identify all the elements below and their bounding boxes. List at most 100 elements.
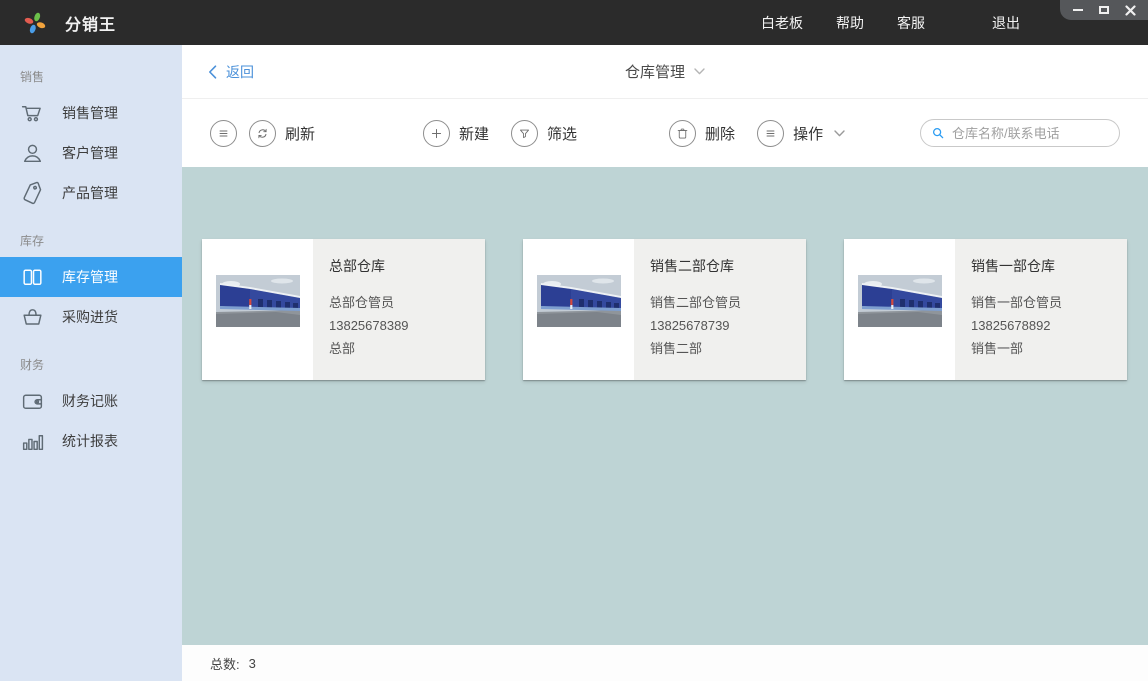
window-controls (1060, 0, 1148, 20)
new-button[interactable]: 新建 (423, 120, 489, 147)
sidebar-item-reports[interactable]: 统计报表 (0, 421, 182, 461)
sidebar-section-inventory: 库存 (0, 231, 182, 251)
sidebar-section-sales: 销售 (0, 67, 182, 87)
sidebar-item-sales-management[interactable]: 销售管理 (0, 93, 182, 133)
warehouse-department: 销售一部 (971, 337, 1119, 360)
sidebar: 销售 销售管理 客户管理 产品管理 (0, 45, 182, 681)
warehouse-phone: 13825678389 (329, 314, 477, 337)
sidebar-item-label: 采购进货 (62, 307, 118, 327)
open-book-icon (20, 265, 45, 290)
user-icon (20, 141, 45, 166)
sidebar-item-purchasing[interactable]: 采购进货 (0, 297, 182, 337)
refresh-label: 刷新 (285, 123, 315, 144)
plus-icon (429, 126, 444, 141)
warehouse-manager: 销售二部仓管员 (650, 291, 798, 314)
warehouse-card[interactable]: 总部仓库 总部仓管员 13825678389 总部 (202, 239, 485, 380)
toolbar: 刷新 新建 筛选 (182, 99, 1148, 167)
new-label: 新建 (459, 123, 489, 144)
sidebar-item-label: 库存管理 (62, 267, 118, 287)
filter-button[interactable]: 筛选 (511, 120, 577, 147)
back-button[interactable]: 返回 (208, 62, 254, 82)
warehouse-card-grid: 总部仓库 总部仓管员 13825678389 总部 (182, 167, 1148, 645)
delete-circle (669, 120, 696, 147)
chevron-left-icon (208, 65, 217, 79)
warehouse-phone: 13825678739 (650, 314, 798, 337)
refresh-circle (249, 120, 276, 147)
chevron-down-icon (694, 68, 705, 75)
funnel-icon (517, 126, 532, 141)
topbar: 分销王 白老板 帮助 客服 退出 (0, 0, 1148, 45)
warehouse-name: 销售一部仓库 (971, 256, 1119, 276)
sidebar-item-customer-management[interactable]: 客户管理 (0, 133, 182, 173)
warehouse-building-image (537, 275, 621, 327)
warehouse-building-image (216, 275, 300, 327)
main-area: 返回 仓库管理 (182, 45, 1148, 681)
close-button[interactable] (1117, 1, 1143, 19)
new-circle (423, 120, 450, 147)
sidebar-item-label: 销售管理 (62, 103, 118, 123)
actions-dropdown-button[interactable]: 操作 (757, 120, 845, 147)
warehouse-info: 总部仓库 总部仓管员 13825678389 总部 (313, 239, 485, 380)
minimize-button[interactable] (1065, 1, 1091, 19)
warehouse-building-image (858, 275, 942, 327)
topnav: 白老板 帮助 客服 退出 (761, 0, 1020, 45)
app-title: 分销王 (65, 11, 116, 35)
maximize-icon (1099, 6, 1109, 14)
sidebar-item-label: 统计报表 (62, 431, 118, 451)
page-title: 仓库管理 (625, 61, 685, 82)
topnav-logout[interactable]: 退出 (992, 13, 1020, 33)
topnav-support[interactable]: 客服 (897, 13, 925, 33)
bar-chart-icon (20, 429, 45, 454)
total-label: 总数: (210, 654, 240, 673)
page-header: 返回 仓库管理 (182, 45, 1148, 99)
warehouse-photo (844, 239, 955, 380)
basket-icon (20, 305, 45, 330)
warehouse-manager: 销售一部仓管员 (971, 291, 1119, 314)
warehouse-photo (523, 239, 634, 380)
sidebar-item-label: 产品管理 (62, 183, 118, 203)
filter-label: 筛选 (547, 123, 577, 144)
delete-button[interactable]: 删除 (669, 120, 735, 147)
warehouse-name: 总部仓库 (329, 256, 477, 276)
search-icon (931, 126, 945, 140)
warehouse-phone: 13825678892 (971, 314, 1119, 337)
close-icon (1125, 5, 1136, 16)
delete-label: 删除 (705, 123, 735, 144)
warehouse-info: 销售一部仓库 销售一部仓管员 13825678892 销售一部 (955, 239, 1127, 380)
warehouse-card[interactable]: 销售一部仓库 销售一部仓管员 13825678892 销售一部 (844, 239, 1127, 380)
sidebar-item-bookkeeping[interactable]: 财务记账 (0, 381, 182, 421)
sidebar-section-finance: 财务 (0, 355, 182, 375)
search-box (920, 119, 1120, 147)
maximize-button[interactable] (1091, 1, 1117, 19)
cart-icon (20, 101, 45, 126)
warehouse-card[interactable]: 销售二部仓库 销售二部仓管员 13825678739 销售二部 (523, 239, 806, 380)
warehouse-name: 销售二部仓库 (650, 256, 798, 276)
list-menu-button[interactable] (210, 120, 237, 147)
status-bar: 总数: 3 (182, 645, 1148, 681)
filter-circle (511, 120, 538, 147)
refresh-button[interactable]: 刷新 (249, 120, 315, 147)
page-title-dropdown[interactable]: 仓库管理 (625, 61, 705, 82)
trash-icon (675, 126, 690, 141)
actions-label: 操作 (793, 123, 823, 144)
minimize-icon (1073, 9, 1083, 11)
total-value: 3 (249, 656, 256, 671)
warehouse-department: 总部 (329, 337, 477, 360)
back-label: 返回 (226, 62, 254, 82)
warehouse-department: 销售二部 (650, 337, 798, 360)
warehouse-manager: 总部仓管员 (329, 291, 477, 314)
hamburger-icon (216, 126, 231, 141)
topnav-user[interactable]: 白老板 (761, 13, 803, 33)
hamburger-icon (763, 126, 778, 141)
sidebar-item-inventory-management[interactable]: 库存管理 (0, 257, 182, 297)
sidebar-item-label: 财务记账 (62, 391, 118, 411)
actions-circle (757, 120, 784, 147)
search-input[interactable] (952, 126, 1109, 141)
sidebar-item-label: 客户管理 (62, 143, 118, 163)
topnav-help[interactable]: 帮助 (836, 13, 864, 33)
chevron-down-icon (834, 130, 845, 137)
sidebar-item-product-management[interactable]: 产品管理 (0, 173, 182, 213)
tag-icon (20, 181, 45, 206)
wallet-icon (20, 389, 45, 414)
warehouse-info: 销售二部仓库 销售二部仓管员 13825678739 销售二部 (634, 239, 806, 380)
